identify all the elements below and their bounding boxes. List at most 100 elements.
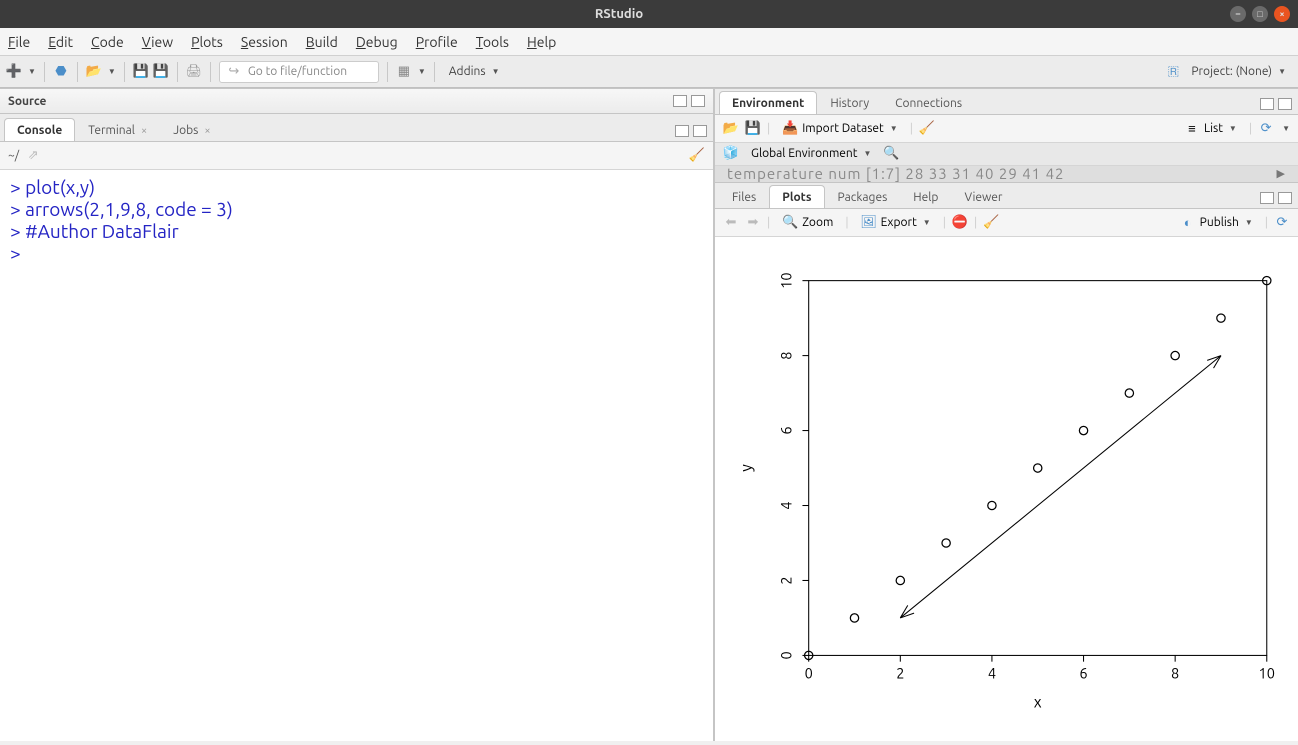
menu-file[interactable]: File xyxy=(8,34,30,50)
menu-code[interactable]: Code xyxy=(91,34,124,50)
console-path-bar: ~/ ⇗ 🧹 xyxy=(0,142,713,170)
menu-session[interactable]: Session xyxy=(241,34,288,50)
list-view-button[interactable]: ≡List▼ xyxy=(1178,118,1243,138)
search-icon: 🔍 xyxy=(883,146,899,162)
new-project-icon[interactable]: ⬣ xyxy=(53,64,69,80)
menu-tools[interactable]: Tools xyxy=(476,34,509,50)
tab-terminal[interactable]: Terminal× xyxy=(75,118,160,141)
pane-minimize-button[interactable] xyxy=(1260,98,1274,110)
pane-minimize-button[interactable] xyxy=(673,95,687,107)
env-scope-bar: 🧊 Global Environment▼ 🔍 xyxy=(715,143,1298,166)
window-title: RStudio xyxy=(8,7,1230,21)
tab-viewer[interactable]: Viewer xyxy=(951,185,1015,208)
window-close-button[interactable]: × xyxy=(1274,6,1290,22)
save-all-icon[interactable]: 💾 xyxy=(153,64,169,80)
svg-text:6: 6 xyxy=(778,427,795,435)
dropdown-icon[interactable]: ▼ xyxy=(418,67,426,76)
close-icon[interactable]: × xyxy=(204,125,210,137)
pane-maximize-button[interactable] xyxy=(1278,98,1292,110)
svg-text:0: 0 xyxy=(805,665,813,682)
plot-canvas: 02468100246810xy xyxy=(715,237,1298,741)
tab-history[interactable]: History xyxy=(817,91,882,114)
env-search-input[interactable]: 🔍 xyxy=(883,146,899,162)
pane-minimize-button[interactable] xyxy=(675,125,689,137)
plot-prev-icon[interactable]: ⬅ xyxy=(723,215,739,231)
env-ghost-row: temperature num [1:7] 28 33 31 40 29 41 … xyxy=(715,166,1298,183)
open-folder-icon[interactable]: 📂 xyxy=(86,64,102,80)
tab-jobs[interactable]: Jobs× xyxy=(160,118,223,141)
publish-button[interactable]: ◐Publish▼ xyxy=(1174,213,1259,233)
svg-text:4: 4 xyxy=(778,502,795,510)
zoom-button[interactable]: 🔍Zoom xyxy=(776,213,839,233)
svg-text:y: y xyxy=(736,464,754,472)
popup-arrow-icon[interactable]: ⇗ xyxy=(25,148,41,164)
environment-scope-button[interactable]: Global Environment▼ xyxy=(745,145,877,162)
menu-debug[interactable]: Debug xyxy=(356,34,398,50)
env-toolbar: 📂 💾 | 📥 Import Dataset▼ | 🧹 ≡List▼ | ⟳▼ xyxy=(715,115,1298,143)
window-maximize-button[interactable]: □ xyxy=(1252,6,1268,22)
import-dataset-button[interactable]: 📥 Import Dataset▼ xyxy=(776,118,903,138)
open-folder-icon[interactable]: 📂 xyxy=(723,120,739,136)
pane-maximize-button[interactable] xyxy=(691,95,705,107)
tab-packages[interactable]: Packages xyxy=(825,185,901,208)
export-icon: 🖼 xyxy=(861,215,877,231)
pane-maximize-button[interactable] xyxy=(693,125,707,137)
grid-icon[interactable]: ▦ xyxy=(396,64,412,80)
pane-minimize-button[interactable] xyxy=(1260,192,1274,204)
menu-profile[interactable]: Profile xyxy=(416,34,458,50)
save-icon[interactable]: 💾 xyxy=(133,64,149,80)
refresh-icon[interactable]: ⟳ xyxy=(1258,120,1274,136)
pane-maximize-button[interactable] xyxy=(1278,192,1292,204)
svg-text:6: 6 xyxy=(1079,665,1087,682)
plots-tabstrip: Files Plots Packages Help Viewer xyxy=(715,182,1298,209)
console-path: ~/ xyxy=(8,149,19,162)
tab-connections[interactable]: Connections xyxy=(882,91,975,114)
new-file-icon[interactable]: ➕ xyxy=(6,64,22,80)
close-icon[interactable]: × xyxy=(141,125,147,137)
menu-help[interactable]: Help xyxy=(527,34,556,50)
menu-view[interactable]: View xyxy=(142,34,173,50)
broom-icon[interactable]: 🧹 xyxy=(689,148,705,164)
save-icon[interactable]: 💾 xyxy=(745,120,761,136)
print-icon[interactable]: 🖨 xyxy=(186,64,202,80)
goto-arrow-icon: ↪ xyxy=(226,64,242,80)
console-output[interactable]: > plot(x,y) > arrows(2,1,9,8, code = 3) … xyxy=(0,170,713,741)
console-tabstrip: Console Terminal× Jobs× xyxy=(0,114,713,142)
tab-plots[interactable]: Plots xyxy=(769,185,824,208)
svg-text:8: 8 xyxy=(778,352,795,360)
broom-icon[interactable]: 🧹 xyxy=(919,120,935,136)
window-minimize-button[interactable]: – xyxy=(1230,6,1246,22)
project-menu[interactable]: Project: (None)▼ xyxy=(1185,63,1292,80)
env-tabstrip: Environment History Connections xyxy=(715,88,1298,115)
addins-button[interactable]: Addins▼ xyxy=(443,63,506,80)
goto-file-input[interactable]: ↪ Go to file/function xyxy=(219,61,379,83)
menu-build[interactable]: Build xyxy=(306,34,338,50)
tab-environment[interactable]: Environment xyxy=(719,91,817,114)
plots-toolbar: ⬅ ➡ | 🔍Zoom | 🖼Export▼ | ⛔ | 🧹 ◐Publish▼… xyxy=(715,209,1298,237)
svg-text:2: 2 xyxy=(778,577,795,585)
main-toolbar: ➕ ▼ ⬣ 📂 ▼ 💾 💾 🖨 ↪ Go to file/function ▦ ▼ A… xyxy=(0,56,1298,88)
menu-plots[interactable]: Plots xyxy=(191,34,223,50)
goto-placeholder: Go to file/function xyxy=(248,65,347,78)
zoom-icon: 🔍 xyxy=(782,215,798,231)
window-titlebar: RStudio – □ × xyxy=(0,0,1298,28)
publish-icon: ◐ xyxy=(1180,215,1196,231)
tab-help[interactable]: Help xyxy=(900,185,951,208)
source-label: Source xyxy=(8,95,46,108)
dropdown-icon[interactable]: ▼ xyxy=(108,67,116,76)
tab-files[interactable]: Files xyxy=(719,185,769,208)
remove-plot-icon[interactable]: ⛔ xyxy=(952,215,968,231)
menu-edit[interactable]: Edit xyxy=(48,34,73,50)
svg-text:8: 8 xyxy=(1171,665,1179,682)
menubar: File Edit Code View Plots Session Build … xyxy=(0,28,1298,56)
export-button[interactable]: 🖼Export▼ xyxy=(855,213,937,233)
dropdown-icon[interactable]: ▼ xyxy=(28,67,36,76)
source-pane-header: Source xyxy=(0,88,713,114)
broom-icon[interactable]: 🧹 xyxy=(983,215,999,231)
svg-text:10: 10 xyxy=(778,273,795,289)
plot-next-icon[interactable]: ➡ xyxy=(745,215,761,231)
project-icon: 🇷 xyxy=(1165,64,1181,80)
svg-text:x: x xyxy=(1034,693,1042,711)
refresh-icon[interactable]: ⟳ xyxy=(1274,215,1290,231)
tab-console[interactable]: Console xyxy=(4,118,75,141)
